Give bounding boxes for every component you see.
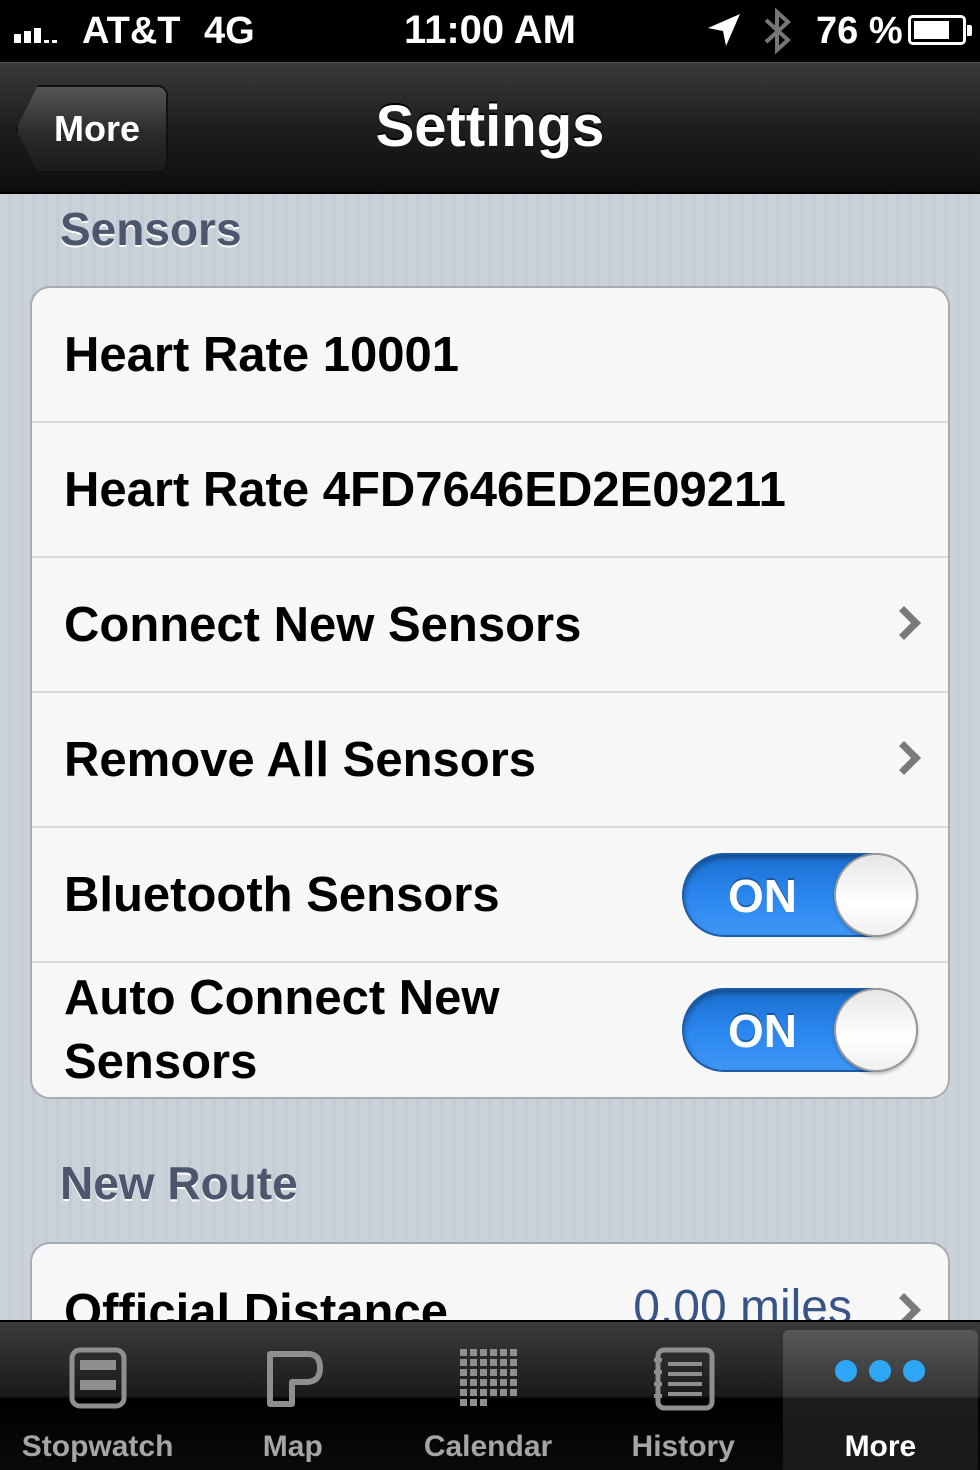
tab-more[interactable]: More — [782, 1330, 979, 1470]
chevron-right-icon — [887, 740, 921, 775]
tab-label: More — [844, 1430, 917, 1463]
tab-label: History — [631, 1430, 735, 1463]
row-label: Auto Connect New Sensors — [64, 971, 500, 1089]
stopwatch-icon — [68, 1346, 128, 1415]
battery-icon — [908, 15, 972, 45]
map-icon — [262, 1346, 324, 1417]
chevron-right-icon — [887, 605, 921, 640]
toggle-state-label: ON — [728, 869, 797, 922]
auto-connect-toggle[interactable]: ON — [682, 988, 918, 1072]
battery-percent: 76 % — [816, 10, 903, 52]
toggle-state-label: ON — [728, 1005, 797, 1057]
status-bar: AT&T 4G 11:00 AM 76 % — [0, 0, 980, 62]
history-icon — [650, 1346, 716, 1417]
official-distance-value: 0.00 miles — [633, 1281, 852, 1320]
tab-history[interactable]: History — [586, 1322, 781, 1470]
tab-map[interactable]: Map — [195, 1322, 390, 1470]
section-header-new-route: New Route — [60, 1157, 298, 1209]
connect-new-sensors-row[interactable]: Connect New Sensors — [32, 558, 948, 693]
tab-bar: Stopwatch Map Calendar History More — [0, 1320, 980, 1470]
row-label: Heart Rate 10001 — [64, 327, 459, 382]
tab-label: Calendar — [423, 1430, 553, 1463]
tab-label: Stopwatch — [21, 1430, 174, 1463]
bluetooth-sensors-row: Bluetooth Sensors ON — [32, 828, 948, 963]
navigation-bar: More Settings — [0, 62, 980, 194]
calendar-icon — [457, 1346, 519, 1413]
page-title: Settings — [375, 94, 605, 159]
row-label: Connect New Sensors — [64, 597, 582, 652]
location-arrow-icon — [706, 12, 742, 58]
settings-list[interactable]: Sensors Heart Rate 10001 Heart Rate 4FD7… — [0, 194, 980, 1320]
new-route-group: Official Distance 0.00 miles — [30, 1242, 950, 1320]
remove-all-sensors-row[interactable]: Remove All Sensors — [32, 693, 948, 828]
row-label: Official Distance — [64, 1284, 448, 1321]
row-label: Heart Rate 4FD7646ED2E09211 — [64, 462, 786, 517]
tab-label: Map — [262, 1430, 323, 1463]
more-dots-icon — [830, 1346, 930, 1401]
row-label: Remove All Sensors — [64, 732, 537, 787]
chevron-right-icon — [887, 1292, 921, 1320]
sensor-row-heart-rate-10001[interactable]: Heart Rate 10001 — [32, 288, 948, 423]
sensor-row-heart-rate-4fd7646ed2e09211[interactable]: Heart Rate 4FD7646ED2E09211 — [32, 423, 948, 558]
sensors-group: Heart Rate 10001 Heart Rate 4FD7646ED2E0… — [30, 286, 950, 1099]
tab-calendar[interactable]: Calendar — [390, 1322, 585, 1470]
row-label: Bluetooth Sensors — [64, 867, 500, 922]
auto-connect-new-sensors-row: Auto Connect New Sensors ON — [32, 963, 948, 1097]
toggle-knob — [834, 988, 918, 1072]
official-distance-row[interactable]: Official Distance 0.00 miles — [32, 1244, 948, 1320]
bluetooth-icon — [762, 7, 794, 64]
section-header-sensors: Sensors — [60, 203, 242, 255]
tab-stopwatch[interactable]: Stopwatch — [0, 1322, 195, 1470]
toggle-knob — [834, 852, 918, 937]
bluetooth-sensors-toggle[interactable]: ON — [682, 852, 918, 937]
